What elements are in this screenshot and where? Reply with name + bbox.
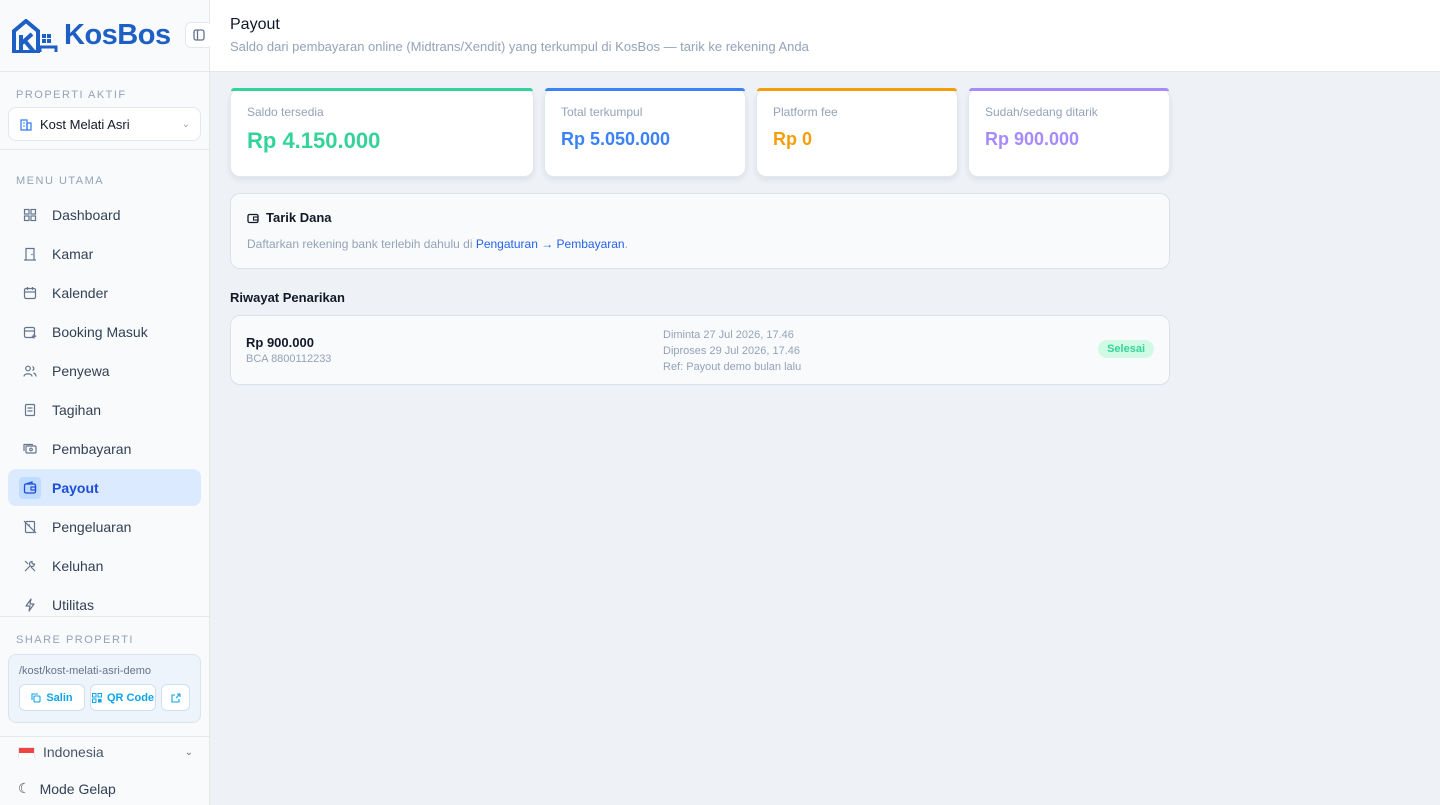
- sidebar-item-kalender[interactable]: Kalender: [8, 274, 201, 311]
- qr-code-button[interactable]: QR Code: [90, 684, 156, 711]
- bolt-icon: [22, 597, 38, 613]
- stat-value: Rp 4.150.000: [247, 128, 381, 153]
- sidebar-item-label: Dashboard: [52, 206, 121, 223]
- requested-date: Diminta 27 Jul 2026, 17.46: [663, 329, 794, 341]
- wallet-icon: [247, 213, 259, 223]
- open-link-button[interactable]: [161, 684, 190, 711]
- calendar-plus-icon: [22, 324, 38, 340]
- stat-value: Rp 900.000: [985, 129, 1080, 149]
- sidebar-item-label: Kamar: [52, 245, 94, 262]
- sidebar-item-pembayaran[interactable]: Pembayaran: [8, 430, 201, 467]
- sidebar-item-label: Tagihan: [52, 401, 102, 418]
- sidebar-item-label: Kalender: [52, 284, 109, 301]
- divider: [0, 149, 210, 150]
- divider: [0, 736, 210, 737]
- house-logo-icon: [12, 18, 58, 53]
- sidebar-item-pengeluaran[interactable]: Pengeluaran: [8, 508, 201, 545]
- payout-meta: Diminta 27 Jul 2026, 17.46 Diproses 29 J…: [663, 327, 801, 375]
- bank-account: BCA 8800112233: [246, 353, 332, 365]
- sidebar-item-utilitas[interactable]: Utilitas: [8, 586, 201, 623]
- qr-label: QR Code: [106, 691, 155, 704]
- withdraw-title: Tarik Dana: [247, 210, 1153, 225]
- receipt-off-icon: [22, 519, 38, 535]
- stat-label: Saldo tersedia: [247, 105, 324, 119]
- sidebar: KosBos PROPERTI AKTIF Kost Melati Asri ⌄…: [0, 0, 213, 805]
- wallet-icon: [19, 476, 41, 499]
- sidebar-item-label: Penyewa: [52, 362, 110, 379]
- history-title: Riwayat Penarikan: [230, 290, 345, 305]
- chevron-down-icon: ⌄: [181, 118, 190, 130]
- kosbos-logo[interactable]: KosBos: [12, 18, 171, 53]
- dark-mode-label: Mode Gelap: [39, 780, 116, 797]
- sidebar-item-label: Pengeluaran: [52, 518, 132, 535]
- stat-value: Rp 0: [773, 129, 813, 149]
- chevron-down-icon: ⌄: [184, 746, 193, 758]
- main-menu: Dashboard Kamar Kalender Booking Masuk P…: [8, 196, 201, 625]
- stat-label: Platform fee: [773, 105, 838, 119]
- stat-value: Rp 5.050.000: [561, 129, 671, 149]
- copy-label: Salin: [46, 691, 73, 704]
- sidebar-item-label: Booking Masuk: [52, 323, 148, 340]
- moon-icon: ☾: [18, 780, 31, 796]
- indonesia-flag-icon: [18, 746, 35, 758]
- receipt-icon: [22, 402, 38, 418]
- sidebar-item-tagihan[interactable]: Tagihan: [8, 391, 201, 428]
- share-url: /kost/kost-melati-asri-demo: [19, 665, 152, 677]
- stat-label: Sudah/sedang ditarik: [985, 105, 1098, 119]
- dashboard-icon: [22, 207, 38, 223]
- stat-card-total-collected: Total terkumpul Rp 5.050.000: [544, 88, 746, 177]
- money-icon: [22, 441, 38, 457]
- sidebar-item-payout[interactable]: Payout: [8, 469, 201, 506]
- page-title: Payout: [230, 16, 280, 33]
- selected-property: Kost Melati Asri: [40, 116, 130, 132]
- page-subtitle: Saldo dari pembayaran online (Midtrans/X…: [230, 39, 809, 54]
- tools-icon: [22, 558, 38, 574]
- users-icon: [22, 363, 38, 379]
- sidebar-item-label: Utilitas: [52, 596, 95, 613]
- table-row: Rp 900.000 BCA 8800112233 Diminta 27 Jul…: [230, 315, 1170, 385]
- menu-section-label: MENU UTAMA: [16, 175, 105, 187]
- sidebar-toggle-icon: [193, 29, 205, 41]
- building-icon: [20, 119, 32, 131]
- property-select[interactable]: Kost Melati Asri ⌄: [8, 107, 201, 141]
- calendar-icon: [22, 285, 38, 301]
- page-header: Payout Saldo dari pembayaran online (Mid…: [210, 0, 1440, 72]
- external-link-icon: [170, 692, 181, 703]
- language-label: Indonesia: [43, 744, 104, 760]
- sidebar-item-penyewa[interactable]: Penyewa: [8, 352, 201, 389]
- sidebar-item-label: Keluhan: [52, 557, 104, 574]
- sidebar-item-kamar[interactable]: Kamar: [8, 235, 201, 272]
- stat-card-withdrawn: Sudah/sedang ditarik Rp 900.000: [968, 88, 1170, 177]
- withdraw-panel: Tarik Dana Daftarkan rekening bank terle…: [230, 193, 1170, 269]
- share-box: /kost/kost-melati-asri-demo Salin QR Cod…: [8, 654, 201, 723]
- stat-card-platform-fee: Platform fee Rp 0: [756, 88, 958, 177]
- sidebar-item-keluhan[interactable]: Keluhan: [8, 547, 201, 584]
- withdraw-instruction: Daftarkan rekening bank terlebih dahulu …: [247, 237, 628, 251]
- door-icon: [22, 246, 38, 262]
- payout-amount: Rp 900.000: [246, 335, 314, 350]
- sidebar-item-booking-masuk[interactable]: Booking Masuk: [8, 313, 201, 350]
- stat-card-available-balance: Saldo tersedia Rp 4.150.000: [230, 88, 534, 177]
- copy-icon: [31, 692, 41, 703]
- property-section-label: PROPERTI AKTIF: [16, 89, 127, 101]
- status-badge: Selesai: [1098, 340, 1154, 358]
- logo-row: KosBos: [0, 0, 213, 72]
- language-select[interactable]: Indonesia ⌄: [18, 744, 193, 760]
- logo-text: KosBos: [64, 19, 171, 51]
- dark-mode-toggle[interactable]: ☾ Mode Gelap: [18, 780, 116, 797]
- sidebar-item-label: Pembayaran: [52, 440, 132, 457]
- share-section-label: SHARE PROPERTI: [16, 634, 134, 646]
- sidebar-item-label: Payout: [52, 479, 99, 496]
- payout-reference: Ref: Payout demo bulan lalu: [663, 361, 802, 373]
- divider: [0, 616, 210, 617]
- qr-code-icon: [91, 692, 102, 703]
- sidebar-collapse-button[interactable]: [185, 22, 213, 48]
- settings-payment-link[interactable]: Pengaturan → Pembayaran: [476, 237, 625, 251]
- sidebar-item-dashboard[interactable]: Dashboard: [8, 196, 201, 233]
- stat-label: Total terkumpul: [561, 105, 643, 119]
- copy-link-button[interactable]: Salin: [19, 684, 85, 711]
- processed-date: Diproses 29 Jul 2026, 17.46: [663, 345, 800, 357]
